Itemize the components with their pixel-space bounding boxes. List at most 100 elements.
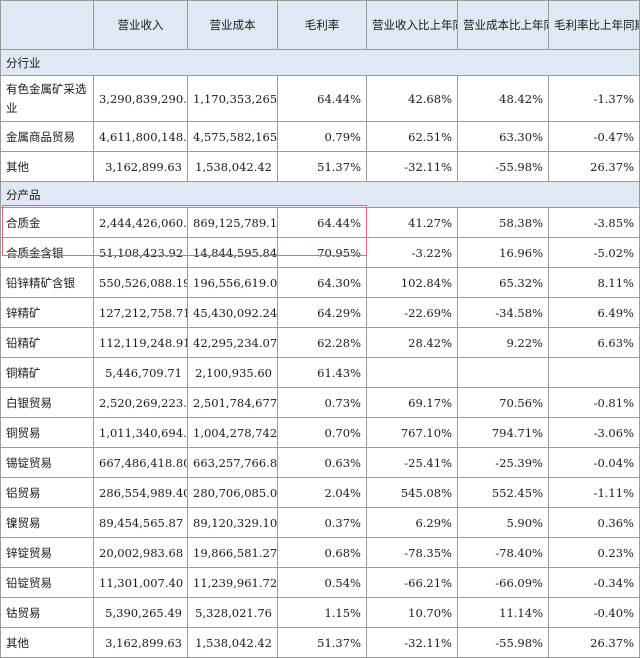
revenue-cell: 2,444,426,060.97 (93, 207, 188, 238)
revenue-cell: 5,446,709.71 (93, 357, 188, 388)
section-title: 分行业 (0, 49, 640, 76)
financial-table: 营业收入 营业成本 毛利率 营业收入比上年同期增减 营业成本比上年同期增减 毛利… (0, 0, 640, 658)
margin-yoy-cell: -0.04% (548, 447, 640, 478)
row-label: 金属商品贸易 (0, 121, 94, 152)
table-row: 铜贸易1,011,340,694.671,004,278,742.040.70%… (0, 417, 640, 448)
cost-yoy-cell: -55.98% (457, 627, 549, 658)
revenue-cell: 667,486,418.80 (93, 447, 188, 478)
margin-yoy-cell: 0.36% (548, 507, 640, 538)
margin-yoy-cell: 8.11% (548, 267, 640, 298)
cost-yoy-cell: 65.32% (457, 267, 549, 298)
cost-yoy-cell: -55.98% (457, 151, 549, 182)
revenue-yoy-cell: 10.70% (366, 597, 458, 628)
cost-yoy-cell: 70.56% (457, 387, 549, 418)
revenue-yoy-cell: 62.51% (366, 121, 458, 152)
table-row: 锡锭贸易 667,486,418.80 663,257,766.84 0.63% -25… (0, 447, 640, 478)
gross-margin-cell: 0.73% (277, 387, 367, 418)
row-label: 镍贸易 (0, 507, 94, 538)
revenue-yoy-cell: -3.22% (366, 237, 458, 268)
gross-margin-cell: 61.43% (277, 357, 367, 388)
table-row: 铝贸易 286,554,989.40 280,706,085.09 2.04% 545.… (0, 477, 640, 508)
gross-margin-cell: 0.70% (277, 417, 367, 448)
margin-yoy-cell: -0.40% (548, 597, 640, 628)
revenue-yoy-cell: 42.68% (366, 75, 458, 122)
revenue-cell: 3,162,899.63 (93, 627, 188, 658)
row-label: 锌锭贸易 (0, 537, 94, 568)
table-row: 铜精矿 5,446,709.71 2,100,935.60 61.43% (0, 357, 640, 388)
margin-yoy-cell: -5.02% (548, 237, 640, 268)
row-label: 有色金属矿采选业 (0, 75, 94, 122)
table-row: 合质金含银 51,108,423.92 14,844,595.84 70.95% -3.… (0, 237, 640, 268)
margin-yoy-cell: -0.34% (548, 567, 640, 598)
revenue-yoy-cell: 767.10% (366, 417, 458, 448)
cost-cell: 45,430,092.24 (187, 297, 278, 328)
section-header-row: 分行业 (0, 49, 640, 76)
revenue-cell: 3,162,899.63 (93, 151, 188, 182)
row-label: 合质金含银 (0, 237, 94, 268)
revenue-cell: 89,454,565.87 (93, 507, 188, 538)
gross-margin-cell: 64.30% (277, 267, 367, 298)
cost-cell: 4,575,582,165.40 (187, 121, 278, 152)
row-label: 锌精矿 (0, 297, 94, 328)
table-row: 锌精矿 127,212,758.71 45,430,092.24 64.29% -22.… (0, 297, 640, 328)
revenue-cell: 20,002,983.68 (93, 537, 188, 568)
margin-yoy-cell: -1.37% (548, 75, 640, 122)
gross-margin-cell: 0.79% (277, 121, 367, 152)
gross-margin-cell: 51.37% (277, 151, 367, 182)
row-label: 白银贸易 (0, 387, 94, 418)
margin-yoy-cell: 0.23% (548, 537, 640, 568)
revenue-cell: 4,611,800,148.91 (93, 121, 188, 152)
revenue-cell: 550,526,088.19 (93, 267, 188, 298)
revenue-cell: 3,290,839,290.41 (93, 75, 188, 122)
revenue-cell: 5,390,265.49 (93, 597, 188, 628)
header-cost: 营业成本 (187, 0, 278, 50)
cost-yoy-cell: 9.22% (457, 327, 549, 358)
table-row: 有色金属矿采选业3,290,839,290.411,170,353,265.91… (0, 75, 640, 122)
table-row: 金属商品贸易4,611,800,148.914,575,582,165.400.… (0, 121, 640, 152)
cost-yoy-cell: 58.38% (457, 207, 549, 238)
cost-yoy-cell: 63.30% (457, 121, 549, 152)
cost-yoy-cell: 794.71% (457, 417, 549, 448)
margin-yoy-cell: -1.11% (548, 477, 640, 508)
cost-cell: 5,328,021.76 (187, 597, 278, 628)
cost-cell: 663,257,766.84 (187, 447, 278, 478)
row-label: 铜贸易 (0, 417, 94, 448)
cost-yoy-cell (457, 357, 549, 388)
cost-cell: 1,004,278,742.04 (187, 417, 278, 448)
cost-cell: 14,844,595.84 (187, 237, 278, 268)
margin-yoy-cell: 26.37% (548, 151, 640, 182)
margin-yoy-cell: -0.81% (548, 387, 640, 418)
gross-margin-cell: 2.04% (277, 477, 367, 508)
revenue-cell: 11,301,007.40 (93, 567, 188, 598)
margin-yoy-cell (548, 357, 640, 388)
margin-yoy-cell: 6.49% (548, 297, 640, 328)
revenue-cell: 1,011,340,694.67 (93, 417, 188, 448)
gross-margin-cell: 0.54% (277, 567, 367, 598)
cost-yoy-cell: -25.39% (457, 447, 549, 478)
header-revenue-yoy: 营业收入比上年同期增减 (366, 0, 458, 50)
header-margin-yoy: 毛利率比上年同期增减 (548, 0, 640, 50)
revenue-yoy-cell: -22.69% (366, 297, 458, 328)
gross-margin-cell: 64.44% (277, 207, 367, 238)
cost-yoy-cell: 48.42% (457, 75, 549, 122)
header-revenue: 营业收入 (93, 0, 188, 50)
table-row: 锌锭贸易 20,002,983.68 19,866,581.27 0.68% -78.3… (0, 537, 640, 568)
gross-margin-cell: 0.37% (277, 507, 367, 538)
margin-yoy-cell: -3.85% (548, 207, 640, 238)
table-row: 铅锌精矿含银 550,526,088.19 196,556,619.04 64.30%… (0, 267, 640, 298)
revenue-yoy-cell: 545.08% (366, 477, 458, 508)
cost-cell: 1,170,353,265.91 (187, 75, 278, 122)
table-row: 其他 3,162,899.63 1,538,042.42 51.37% -32.11% -… (0, 627, 640, 658)
revenue-cell: 127,212,758.71 (93, 297, 188, 328)
cost-cell: 2,501,784,677.58 (187, 387, 278, 418)
revenue-yoy-cell: -32.11% (366, 627, 458, 658)
cost-cell: 2,100,935.60 (187, 357, 278, 388)
revenue-yoy-cell: -32.11% (366, 151, 458, 182)
margin-yoy-cell: 6.63% (548, 327, 640, 358)
revenue-cell: 51,108,423.92 (93, 237, 188, 268)
cost-yoy-cell: -66.09% (457, 567, 549, 598)
margin-yoy-cell: -3.06% (548, 417, 640, 448)
cost-cell: 869,125,789.12 (187, 207, 278, 238)
cost-cell: 1,538,042.42 (187, 151, 278, 182)
gross-margin-cell: 64.44% (277, 75, 367, 122)
